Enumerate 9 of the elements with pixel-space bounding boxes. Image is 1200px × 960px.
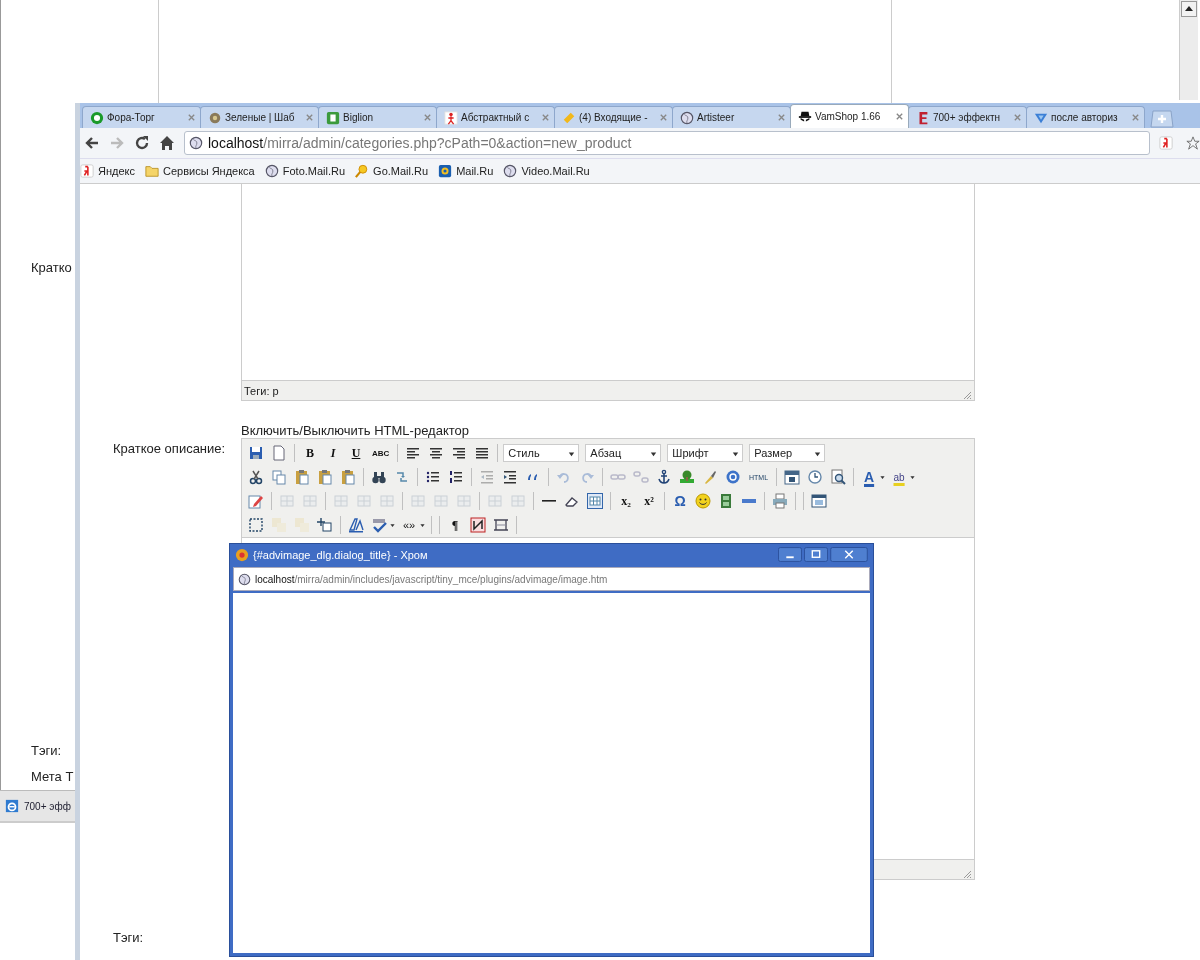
window-title: {#advimage_dlg.dialog_title} - Хром [253,548,429,561]
field-label: Кратко [31,260,72,275]
url-text: localhost/mirra/admin/includes/javascript/tiny_mce/plugins/advimage/image.htm [255,573,608,585]
element-path: Теги: p [244,384,279,397]
field-label: Краткое описание: [112,440,227,458]
field-label: Мета Т [31,769,74,784]
url-text: localhost/mirra/admin/categories.php?cPath=0&action=new_product [208,135,632,151]
field-label: Тэги: [112,929,145,945]
field-label: Тэги: [31,743,62,758]
